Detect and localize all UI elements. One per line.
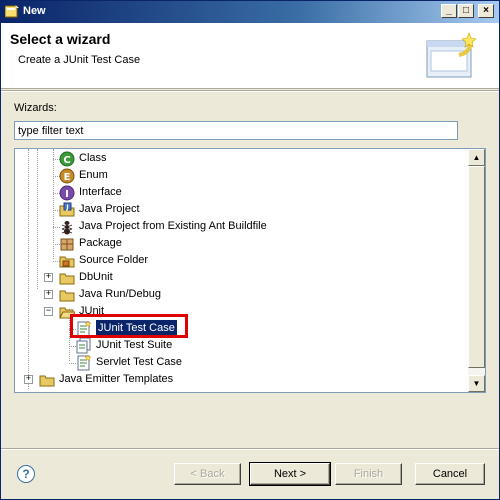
interface-icon: I	[59, 185, 75, 201]
tree-item-label: Interface	[79, 186, 122, 198]
tree-item-label: Source Folder	[79, 254, 149, 266]
tree-item-enum[interactable]: E Enum	[15, 167, 465, 184]
wizards-label: Wizards:	[14, 102, 57, 114]
new-wizard-dialog: New _ □ × Select a wizard Create a JUnit…	[0, 0, 500, 500]
svg-text:J: J	[65, 204, 68, 211]
tree-item-servlet-test-case[interactable]: Servlet Test Case	[15, 354, 465, 371]
expand-toggle[interactable]: +	[44, 290, 53, 299]
tree-scrollbar[interactable]: ▲ ▼	[468, 149, 485, 392]
tree-item-dbunit[interactable]: + DbUnit	[15, 269, 465, 286]
maximize-button[interactable]: □	[458, 4, 474, 18]
svg-text:E: E	[64, 172, 71, 183]
wizard-banner-icon	[426, 32, 477, 78]
finish-button[interactable]: Finish	[335, 463, 402, 485]
tree-item-java-project[interactable]: J Java Project	[15, 201, 465, 218]
tree-item-label: Class	[79, 152, 107, 164]
svg-text:I: I	[65, 189, 69, 200]
tree-item-source-folder[interactable]: Source Folder	[15, 252, 465, 269]
title-bar[interactable]: New _ □ ×	[1, 1, 499, 23]
new-wizard-app-icon	[5, 5, 19, 18]
class-icon: C	[59, 151, 75, 167]
cancel-button[interactable]: Cancel	[415, 463, 485, 485]
tree-item-interface[interactable]: I Interface	[15, 184, 465, 201]
tree-item-label: Java Run/Debug	[79, 288, 161, 300]
tree-connector	[69, 346, 76, 347]
next-button[interactable]: Next >	[249, 462, 331, 486]
help-icon[interactable]: ?	[17, 465, 35, 483]
collapse-toggle[interactable]: −	[44, 307, 53, 316]
package-icon	[60, 238, 74, 251]
tree-item-package[interactable]: Package	[15, 235, 465, 252]
tree-item-java-project-ant[interactable]: Java Project from Existing Ant Buildfile	[15, 218, 465, 235]
tree-item-label: Java Emitter Templates	[59, 373, 174, 385]
tree-item-label: DbUnit	[79, 271, 113, 283]
tree-item-junit-test-suite[interactable]: JUnit Test Suite	[15, 337, 465, 354]
tree-connector	[69, 363, 76, 364]
minimize-button[interactable]: _	[441, 4, 457, 18]
tree-item-class[interactable]: C Class	[15, 150, 465, 167]
wizard-tree[interactable]: C Class E Enum I Interface J Java Projec…	[14, 148, 486, 393]
folder-icon	[39, 375, 55, 387]
svg-text:C: C	[63, 155, 70, 166]
tree-item-java-emitter-templates[interactable]: + Java Emitter Templates	[15, 371, 465, 388]
tree-item-java-run-debug[interactable]: + Java Run/Debug	[15, 286, 465, 303]
scroll-up-button[interactable]: ▲	[468, 149, 485, 166]
scroll-down-button[interactable]: ▼	[468, 375, 485, 392]
servlet-test-case-icon	[77, 355, 92, 371]
tree-item-label: JUnit Test Suite	[96, 339, 173, 351]
banner-separator	[1, 90, 499, 92]
tree-item-label: Java Project	[79, 203, 140, 215]
scroll-thumb[interactable]	[468, 166, 485, 368]
junit-test-suite-icon	[76, 338, 91, 354]
page-title: Select a wizard	[10, 31, 111, 47]
java-project-icon: J	[59, 202, 75, 217]
close-button[interactable]: ×	[478, 4, 494, 18]
page-subtitle: Create a JUnit Test Case	[18, 54, 141, 66]
wizard-banner: Select a wizard Create a JUnit Test Case	[1, 23, 499, 89]
tree-item-label: Servlet Test Case	[96, 356, 183, 368]
tree-item-label: Package	[79, 237, 122, 249]
highlight-annotation-box	[70, 314, 188, 338]
filter-input[interactable]	[14, 121, 458, 140]
enum-icon: E	[59, 168, 75, 184]
expand-toggle[interactable]: +	[44, 273, 53, 282]
expand-toggle[interactable]: +	[24, 375, 33, 384]
ant-icon	[61, 221, 73, 235]
tree-item-label: Java Project from Existing Ant Buildfile	[79, 220, 267, 232]
button-bar-separator	[1, 448, 499, 450]
window-title: New	[23, 5, 46, 17]
folder-icon	[59, 290, 75, 302]
folder-icon	[59, 273, 75, 285]
back-button[interactable]: < Back	[174, 463, 241, 485]
tree-item-label: Enum	[79, 169, 108, 181]
source-folder-icon	[59, 256, 75, 268]
